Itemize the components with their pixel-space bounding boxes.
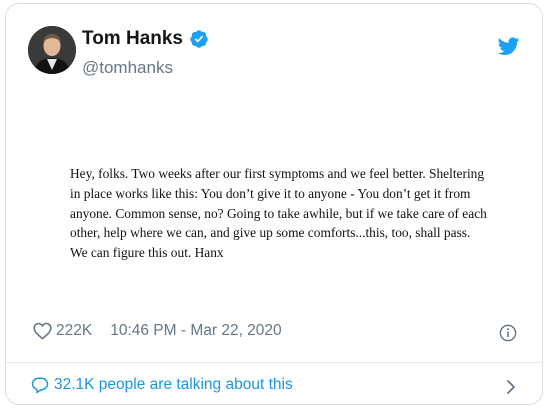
tweet-card: Tom Hanks @tomhanks Hey, folks. Two week… <box>5 3 543 405</box>
tweet-meta: 222K 10:46 PM - Mar 22, 2020 <box>33 322 282 340</box>
avatar-image <box>28 26 76 74</box>
display-name[interactable]: Tom Hanks <box>82 28 183 50</box>
conversation-count[interactable]: 32.1K people are talking about this <box>54 376 293 394</box>
author-name-row[interactable]: Tom Hanks <box>82 28 209 50</box>
chevron-right-icon[interactable] <box>506 379 516 395</box>
avatar[interactable] <box>28 26 76 74</box>
tweet-text: Hey, folks. Two weeks after our first sy… <box>70 166 487 261</box>
like-count[interactable]: 222K <box>56 322 92 340</box>
heart-icon[interactable] <box>33 322 52 340</box>
verified-badge-icon <box>189 29 209 49</box>
twitter-bird-icon[interactable] <box>498 37 520 56</box>
conversation-link[interactable]: 32.1K people are talking about this <box>31 376 293 394</box>
speech-bubble-icon <box>31 376 49 394</box>
divider <box>6 362 542 363</box>
handle[interactable]: @tomhanks <box>82 58 173 78</box>
timestamp[interactable]: 10:46 PM - Mar 22, 2020 <box>110 322 281 340</box>
info-icon[interactable] <box>499 324 517 342</box>
